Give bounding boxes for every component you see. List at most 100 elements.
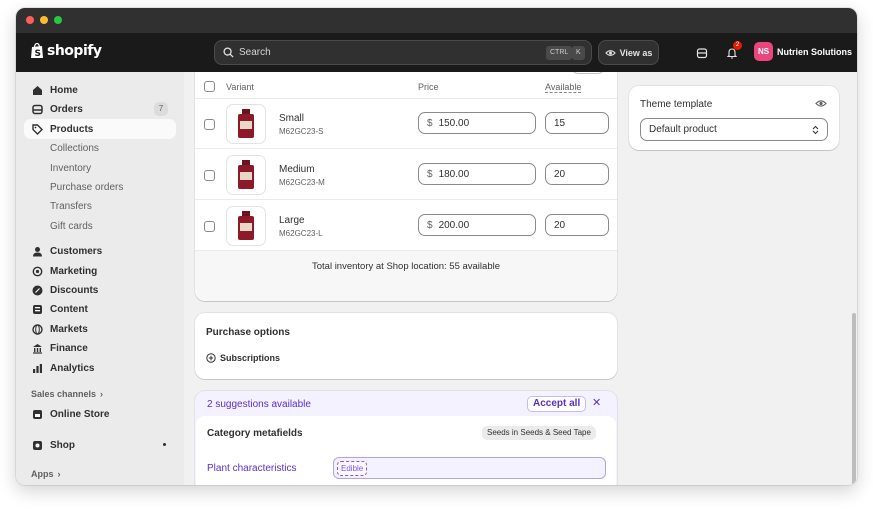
avatar[interactable]: NS bbox=[754, 42, 773, 61]
orders-icon bbox=[32, 104, 43, 115]
target-icon bbox=[32, 266, 43, 277]
available-input[interactable]: 15 bbox=[545, 112, 609, 134]
content-icon bbox=[32, 304, 43, 315]
variants-card: Variant Price Available Small M62GC23-S … bbox=[195, 72, 617, 301]
brand-name: shopify bbox=[47, 43, 102, 59]
sidebar-item-transfers[interactable]: Transfers bbox=[24, 196, 176, 216]
chevron-right-icon: › bbox=[57, 469, 61, 479]
shop-app-icon bbox=[32, 440, 43, 451]
sidebar-item-customers[interactable]: Customers bbox=[24, 241, 176, 261]
maximize-window-button[interactable] bbox=[54, 16, 62, 24]
variant-name[interactable]: Large bbox=[279, 215, 305, 226]
plant-characteristics-label[interactable]: Plant characteristics bbox=[207, 463, 296, 474]
subscriptions-button[interactable]: Subscriptions bbox=[206, 353, 280, 363]
chart-icon bbox=[32, 363, 43, 374]
product-bottle-image bbox=[238, 211, 254, 240]
eye-icon[interactable] bbox=[815, 99, 827, 108]
divider bbox=[195, 148, 617, 149]
scrollbar[interactable] bbox=[852, 313, 856, 485]
available-input[interactable]: 20 bbox=[545, 214, 609, 236]
select-all-checkbox[interactable] bbox=[204, 81, 215, 92]
sidebar-item-markets[interactable]: Markets bbox=[24, 319, 176, 339]
variant-thumbnail[interactable] bbox=[226, 104, 266, 144]
select-chevron-icon bbox=[812, 125, 819, 135]
purchase-options-card: Purchase options Subscriptions bbox=[195, 313, 617, 379]
svg-text:S: S bbox=[35, 49, 41, 59]
purchase-options-title: Purchase options bbox=[206, 327, 290, 338]
status-dot bbox=[163, 443, 166, 446]
category-pill: Seeds in Seeds & Seed Tape bbox=[482, 426, 596, 440]
main-content: Variant Price Available Small M62GC23-S … bbox=[184, 72, 857, 485]
sidebar: Home Orders 7 Products Collections Inven… bbox=[16, 72, 184, 485]
top-bar: S shopify Search CTRL K View as 2 NS Nut… bbox=[16, 33, 857, 72]
sidebar-item-shop[interactable]: Shop bbox=[24, 435, 176, 455]
sidebar-item-marketing[interactable]: Marketing bbox=[24, 261, 176, 281]
browser-window: S shopify Search CTRL K View as 2 NS Nut… bbox=[16, 8, 857, 485]
minimize-window-button[interactable] bbox=[40, 16, 48, 24]
theme-template-card: Theme template Default product bbox=[629, 86, 839, 150]
shopify-logo[interactable]: S shopify bbox=[30, 43, 102, 59]
card-action-button[interactable] bbox=[572, 72, 604, 74]
chevron-right-icon: › bbox=[100, 389, 104, 399]
sidebar-item-collections[interactable]: Collections bbox=[24, 138, 176, 158]
edible-tag[interactable]: Edible bbox=[337, 461, 368, 476]
globe-icon bbox=[32, 323, 43, 335]
home-icon bbox=[32, 85, 43, 96]
sidebar-item-inventory[interactable]: Inventory bbox=[24, 158, 176, 178]
dismiss-icon[interactable]: ✕ bbox=[592, 396, 601, 409]
sidebar-item-home[interactable]: Home bbox=[24, 80, 176, 100]
variant-name[interactable]: Medium bbox=[279, 164, 315, 175]
orders-count-badge: 7 bbox=[154, 102, 168, 116]
available-input[interactable]: 20 bbox=[545, 163, 609, 185]
sidebar-item-content[interactable]: Content bbox=[24, 299, 176, 319]
variant-name[interactable]: Small bbox=[279, 113, 304, 124]
total-inventory-text: Total inventory at Shop location: 55 ava… bbox=[311, 261, 500, 272]
price-input[interactable]: $ 150.00 bbox=[418, 112, 536, 134]
store-switcher-icon[interactable] bbox=[694, 45, 710, 61]
kbd-k: K bbox=[572, 46, 585, 60]
sidebar-item-purchase-orders[interactable]: Purchase orders bbox=[24, 177, 176, 197]
suggestions-count: 2 suggestions available bbox=[207, 399, 311, 410]
eye-icon bbox=[604, 49, 616, 56]
price-input[interactable]: $ 180.00 bbox=[418, 163, 536, 185]
sidebar-item-products[interactable]: Products bbox=[24, 119, 176, 139]
apps-heading[interactable]: Apps › bbox=[31, 469, 61, 479]
sidebar-item-analytics[interactable]: Analytics bbox=[24, 358, 176, 378]
category-metafields-title: Category metafields bbox=[207, 428, 303, 439]
sidebar-item-finance[interactable]: Finance bbox=[24, 338, 176, 358]
sidebar-item-gift-cards[interactable]: Gift cards bbox=[24, 216, 176, 236]
price-header: Price bbox=[418, 82, 439, 92]
divider bbox=[195, 98, 617, 99]
kbd-ctrl: CTRL bbox=[546, 46, 573, 60]
sales-channels-heading[interactable]: Sales channels › bbox=[31, 389, 103, 399]
variant-thumbnail[interactable] bbox=[226, 155, 266, 195]
bank-icon bbox=[32, 343, 43, 354]
price-input[interactable]: $ 200.00 bbox=[418, 214, 536, 236]
view-as-button[interactable]: View as bbox=[598, 40, 659, 65]
variant-checkbox[interactable] bbox=[204, 119, 215, 130]
search-input[interactable]: Search CTRL K bbox=[214, 40, 592, 65]
plant-characteristics-field[interactable]: Edible bbox=[333, 457, 606, 479]
store-name[interactable]: Nutrien Solutions bbox=[777, 47, 852, 57]
title-bar bbox=[16, 8, 857, 33]
sidebar-item-discounts[interactable]: Discounts bbox=[24, 280, 176, 300]
storefront-icon bbox=[32, 409, 43, 420]
suggestions-card: 2 suggestions available Accept all ✕ Cat… bbox=[195, 391, 617, 485]
sidebar-item-online-store[interactable]: Online Store bbox=[24, 404, 176, 424]
shopify-bag-icon: S bbox=[31, 43, 43, 59]
search-icon bbox=[223, 47, 234, 58]
available-header: Available bbox=[545, 82, 582, 93]
category-metafields-panel: Category metafields Seeds in Seeds & See… bbox=[196, 416, 616, 485]
theme-template-select[interactable]: Default product bbox=[640, 118, 828, 141]
variant-checkbox[interactable] bbox=[204, 170, 215, 181]
variant-checkbox[interactable] bbox=[204, 221, 215, 232]
discount-icon bbox=[32, 285, 43, 296]
search-placeholder: Search bbox=[239, 47, 271, 58]
person-icon bbox=[32, 246, 43, 257]
view-as-label: View as bbox=[619, 47, 653, 58]
close-window-button[interactable] bbox=[26, 16, 34, 24]
variant-thumbnail[interactable] bbox=[226, 206, 266, 246]
tag-icon bbox=[32, 123, 43, 135]
sidebar-item-orders[interactable]: Orders 7 bbox=[24, 99, 176, 119]
accept-all-button[interactable]: Accept all bbox=[527, 396, 587, 412]
